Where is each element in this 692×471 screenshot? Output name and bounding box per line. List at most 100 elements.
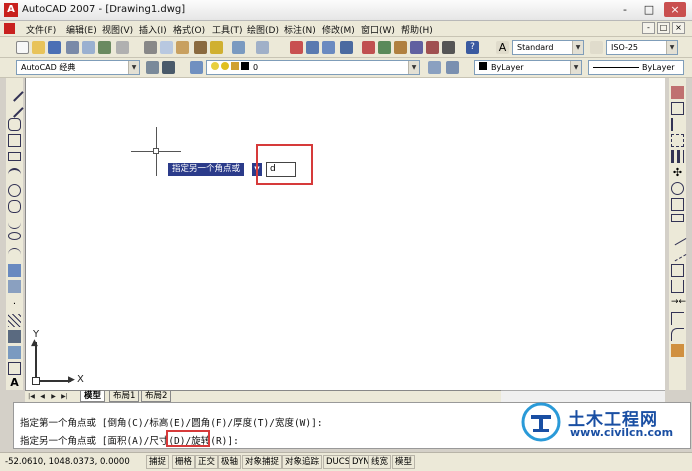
spline-icon[interactable] xyxy=(8,216,21,229)
construction-line-icon[interactable] xyxy=(5,99,24,118)
ortho-toggle[interactable]: 正交 xyxy=(195,455,219,469)
properties-icon[interactable] xyxy=(362,41,375,54)
open-icon[interactable] xyxy=(32,41,45,54)
hatch-icon[interactable] xyxy=(8,314,21,327)
rectangle-icon[interactable] xyxy=(8,152,21,161)
circle-icon[interactable] xyxy=(8,184,21,197)
tab-layout1[interactable]: 布局1 xyxy=(109,391,140,402)
minimize-button[interactable]: - xyxy=(614,2,636,17)
gradient-icon[interactable] xyxy=(8,330,21,343)
tab-layout2[interactable]: 布局2 xyxy=(141,391,172,402)
last-tab-icon[interactable]: ▶| xyxy=(60,392,69,401)
block-editor-icon[interactable] xyxy=(210,41,223,54)
publish-icon[interactable] xyxy=(98,41,111,54)
revision-cloud-icon[interactable] xyxy=(8,200,21,213)
text-style-select[interactable]: Standard ▼ xyxy=(512,40,584,55)
drawing-canvas[interactable] xyxy=(25,78,665,390)
chamfer-icon[interactable] xyxy=(671,312,684,325)
break-icon[interactable] xyxy=(671,280,684,293)
trim-icon[interactable] xyxy=(668,227,687,246)
markup-icon[interactable] xyxy=(426,41,439,54)
mirror-icon[interactable] xyxy=(671,118,684,131)
workspace-select[interactable]: AutoCAD 经典 ▼ xyxy=(16,60,140,75)
doc-minimize-button[interactable]: - xyxy=(642,22,655,34)
calculator-icon[interactable] xyxy=(442,41,455,54)
join-icon[interactable]: →← xyxy=(671,296,686,309)
point-icon[interactable]: · xyxy=(8,298,21,311)
menu-format[interactable]: 格式(O) xyxy=(173,23,205,36)
prev-tab-icon[interactable]: ◀ xyxy=(38,392,47,401)
grid-toggle[interactable]: 栅格 xyxy=(172,455,196,469)
extend-icon[interactable] xyxy=(668,243,687,262)
model-toggle[interactable]: 模型 xyxy=(392,455,416,469)
zoom-realtime-icon[interactable] xyxy=(306,41,319,54)
dim-style-select[interactable]: ISO-25 ▼ xyxy=(606,40,678,55)
polar-toggle[interactable]: 极轴 xyxy=(218,455,242,469)
ellipse-arc-icon[interactable] xyxy=(8,248,21,261)
snap-toggle[interactable]: 捕捉 xyxy=(146,455,170,469)
polyline-icon[interactable] xyxy=(8,118,21,131)
menu-draw[interactable]: 绘图(D) xyxy=(247,23,279,36)
menu-window[interactable]: 窗口(W) xyxy=(361,23,395,36)
print-icon[interactable] xyxy=(66,41,79,54)
copy-object-icon[interactable] xyxy=(671,102,684,115)
make-block-icon[interactable] xyxy=(8,280,21,293)
ellipse-icon[interactable] xyxy=(8,232,21,240)
polygon-icon[interactable] xyxy=(8,134,21,147)
menu-tools[interactable]: 工具(T) xyxy=(212,23,243,36)
linetype-select[interactable]: ByLayer xyxy=(588,60,684,75)
doc-restore-button[interactable]: □ xyxy=(657,22,670,34)
menu-file[interactable]: 文件(F) xyxy=(26,23,56,36)
sheet-set-icon[interactable] xyxy=(410,41,423,54)
explode-icon[interactable] xyxy=(671,344,684,357)
save-workspace-icon[interactable] xyxy=(162,61,175,74)
otrack-toggle[interactable]: 对象追踪 xyxy=(282,455,323,469)
3d-dwf-icon[interactable] xyxy=(116,41,129,54)
make-current-layer-icon[interactable] xyxy=(428,61,441,74)
move-icon[interactable]: ✣ xyxy=(671,166,684,179)
array-icon[interactable] xyxy=(671,150,684,163)
break-at-point-icon[interactable] xyxy=(671,264,684,277)
lineweight-toggle[interactable]: 线宽 xyxy=(368,455,392,469)
copy-icon[interactable] xyxy=(160,41,173,54)
offset-icon[interactable] xyxy=(671,134,684,147)
new-icon[interactable] xyxy=(16,41,29,54)
tab-model[interactable]: 模型 xyxy=(80,391,106,402)
document-icon[interactable] xyxy=(4,23,15,34)
tool-palettes-icon[interactable] xyxy=(394,41,407,54)
stretch-icon[interactable] xyxy=(671,214,684,222)
undo-icon[interactable] xyxy=(232,41,245,54)
cut-icon[interactable] xyxy=(144,41,157,54)
menu-edit[interactable]: 编辑(E) xyxy=(66,23,97,36)
maximize-button[interactable]: □ xyxy=(638,2,660,17)
multiline-text-icon[interactable]: A xyxy=(8,376,21,389)
erase-icon[interactable] xyxy=(671,86,684,99)
osnap-toggle[interactable]: 对象捕捉 xyxy=(242,455,283,469)
menu-insert[interactable]: 插入(I) xyxy=(139,23,167,36)
doc-close-button[interactable]: × xyxy=(672,22,685,34)
insert-block-icon[interactable] xyxy=(8,264,21,277)
layer-select[interactable]: 0 ▼ xyxy=(206,60,420,75)
scale-icon[interactable] xyxy=(671,198,684,211)
region-icon[interactable] xyxy=(8,346,21,359)
layer-manager-icon[interactable] xyxy=(190,61,203,74)
arc-icon[interactable] xyxy=(8,168,21,181)
match-properties-icon[interactable] xyxy=(194,41,207,54)
menu-view[interactable]: 视图(V) xyxy=(102,23,133,36)
table-icon[interactable] xyxy=(8,362,21,375)
pan-icon[interactable] xyxy=(290,41,303,54)
redo-icon[interactable] xyxy=(256,41,269,54)
horizontal-scrollbar[interactable] xyxy=(501,390,665,402)
paste-icon[interactable] xyxy=(176,41,189,54)
next-tab-icon[interactable]: ▶ xyxy=(49,392,58,401)
first-tab-icon[interactable]: |◀ xyxy=(27,392,36,401)
help-icon[interactable]: ? xyxy=(466,41,479,54)
save-icon[interactable] xyxy=(48,41,61,54)
fillet-icon[interactable] xyxy=(671,328,684,341)
rotate-icon[interactable] xyxy=(671,182,684,195)
workspace-settings-icon[interactable] xyxy=(146,61,159,74)
zoom-window-icon[interactable] xyxy=(322,41,335,54)
menu-help[interactable]: 帮助(H) xyxy=(401,23,433,36)
layer-previous-icon[interactable] xyxy=(446,61,459,74)
menu-modify[interactable]: 修改(M) xyxy=(322,23,355,36)
